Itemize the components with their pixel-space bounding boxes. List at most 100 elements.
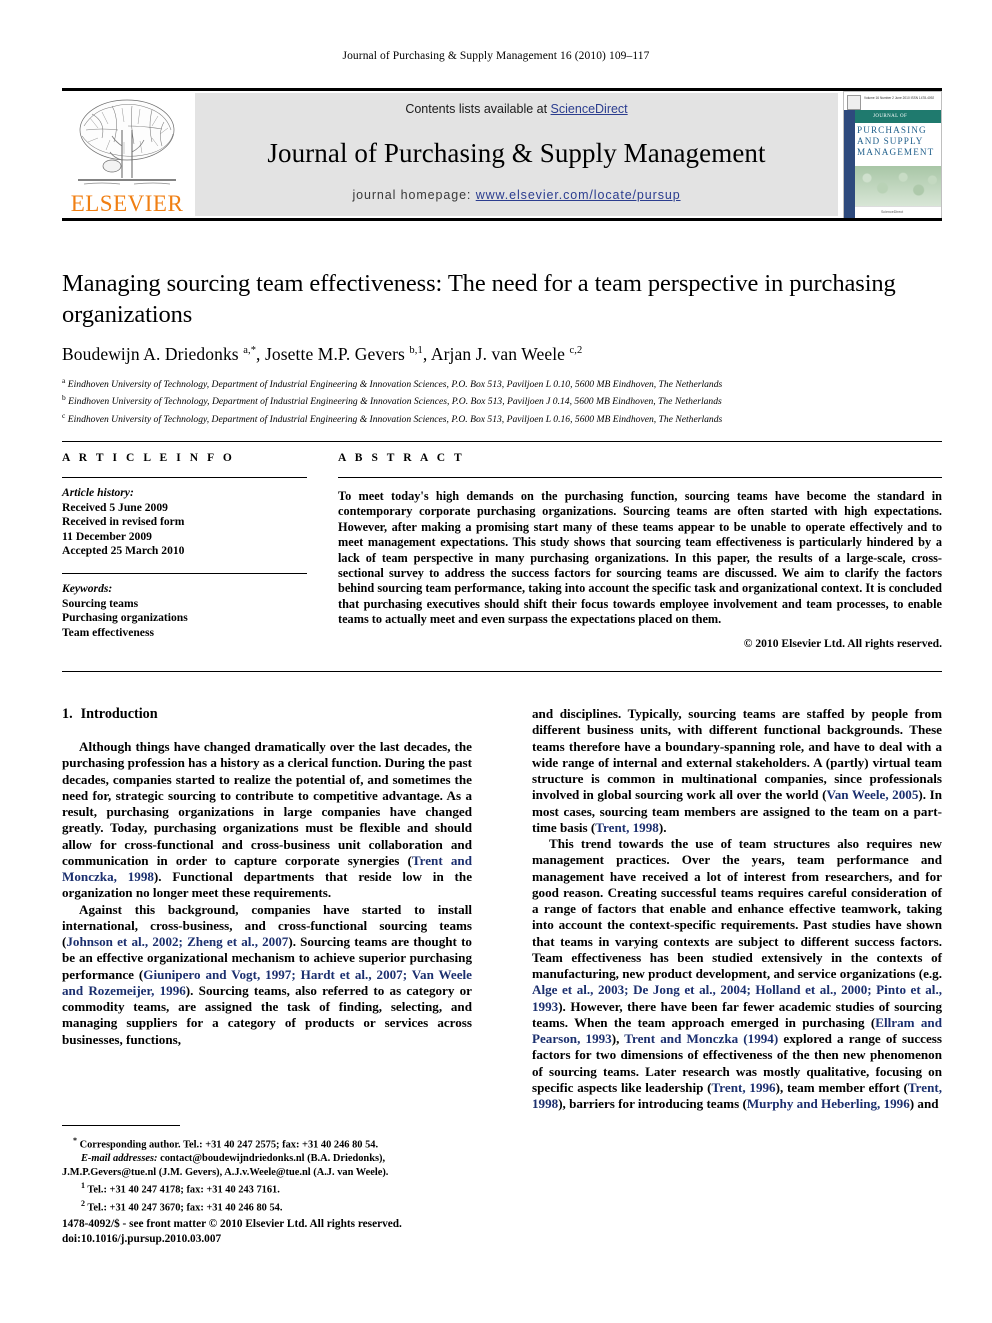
author-list: Boudewijn A. Driedonks a,*, Josette M.P.…: [62, 344, 583, 364]
running-head: Journal of Purchasing & Supply Managemen…: [342, 50, 650, 62]
masthead-top-rule: [62, 88, 942, 91]
cover-title-line2: AND SUPPLY: [857, 136, 924, 146]
abstract-column: A B S T R A C T To meet today's high dem…: [338, 452, 942, 650]
left-paragraphs: Although things have changed dramaticall…: [62, 739, 472, 1048]
footnote-marker-1: 1: [81, 1181, 85, 1191]
article-history-line-0: Received 5 June 2009: [62, 500, 168, 514]
section-title: Introduction: [80, 706, 158, 722]
sciencedirect-link[interactable]: ScienceDirect: [551, 102, 628, 116]
citation-reference[interactable]: Trent, 1998: [595, 820, 659, 835]
footnote-corresponding-text: Corresponding author. Tel.: +31 40 247 2…: [79, 1139, 379, 1151]
keywords-lines: Sourcing teams Purchasing organizations Te…: [62, 597, 307, 641]
journal-homepage-link[interactable]: www.elsevier.com/locate/pursup: [476, 188, 681, 202]
affiliation-text: Eindhoven University of Technology, Depa…: [65, 396, 722, 408]
keywords-group: Keywords: Sourcing teams Purchasing organ…: [62, 582, 307, 640]
cover-title-line3: MANAGEMENT: [857, 147, 935, 157]
abstract-heading: A B S T R A C T: [338, 452, 465, 464]
cover-top-strip: Volume 16 Number 2 June 2010 ISSN 1478-4…: [844, 92, 941, 111]
elsevier-logo: ELSEVIER: [64, 94, 190, 216]
article-info-column: A R T I C L E I N F O Article history: R…: [62, 452, 307, 640]
article-history-label: Article history:: [62, 486, 134, 499]
email-addresses-label: E-mail addresses:: [81, 1153, 158, 1165]
masthead-gray-band: Contents lists available at ScienceDirec…: [195, 93, 838, 216]
journal-homepage-line: journal homepage: www.elsevier.com/locat…: [195, 188, 838, 202]
affiliation-a: a Eindhoven University of Technology, De…: [62, 374, 927, 391]
imprint-block: 1478-4092/$ - see front matter © 2010 El…: [62, 1217, 482, 1246]
title-block: Managing sourcing team effectiveness: Th…: [62, 268, 927, 426]
article-history-line-1: Received in revised form: [62, 515, 185, 529]
cover-photo: [855, 166, 941, 206]
article-info-rule: [62, 477, 307, 478]
abstract-copyright: © 2010 Elsevier Ltd. All rights reserved…: [743, 636, 942, 650]
footnote-note-1-text: Tel.: +31 40 247 4178; fax: +31 40 243 7…: [87, 1184, 280, 1196]
journal-masthead: ELSEVIER Contents lists available at Sci…: [62, 88, 942, 221]
imprint-line-2: doi:10.1016/j.pursup.2010.03.007: [62, 1232, 222, 1245]
cover-title-line1: PURCHASING: [857, 125, 927, 135]
article-info-heading: A R T I C L E I N F O: [62, 452, 235, 464]
cover-banner: JOURNAL OF: [855, 110, 941, 123]
page-title: Managing sourcing team effectiveness: Th…: [62, 270, 896, 328]
paragraph-left-0: Although things have changed dramaticall…: [62, 739, 472, 901]
keyword-0: Sourcing teams: [62, 596, 139, 610]
footnote-block: * Corresponding author. Tel.: +31 40 247…: [62, 1125, 472, 1215]
section-heading-introduction: 1. Introduction: [62, 706, 472, 723]
citation-reference[interactable]: Van Weele, 2005: [826, 787, 918, 802]
paragraph-right-1: This trend towards the use of team struc…: [532, 836, 942, 1111]
article-history-group: Article history: Received 5 June 2009 Rec…: [62, 486, 307, 559]
citation-reference[interactable]: Trent and Monczka, 1998: [62, 853, 472, 884]
cover-title-block: PURCHASING AND SUPPLY MANAGEMENT: [857, 125, 941, 158]
keyword-2: Team effectiveness: [62, 625, 154, 639]
citation-reference[interactable]: Johnson et al., 2002; Zheng et al., 2007: [66, 934, 288, 949]
footnote-note-2-text: Tel.: +31 40 247 3670; fax: +31 40 246 8…: [87, 1202, 283, 1214]
citation-reference[interactable]: Murphy and Heberling, 1996: [747, 1096, 910, 1111]
journal-cover-thumbnail[interactable]: Volume 16 Number 2 June 2010 ISSN 1478-4…: [843, 91, 942, 220]
article-info-separator: [62, 572, 307, 574]
abstract-rule: [338, 477, 942, 478]
footnote-note-1: 1 Tel.: +31 40 247 4178; fax: +31 40 243…: [62, 1179, 472, 1197]
footnote-email-line1: E-mail addresses: contact@boudewijndried…: [62, 1152, 472, 1166]
cover-footer-text: ScienceDirect: [881, 210, 904, 214]
footnote-note-2: 2 Tel.: +31 40 247 3670; fax: +31 40 246…: [62, 1197, 472, 1215]
keywords-label: Keywords:: [62, 581, 113, 595]
footnote-corresponding-line: * Corresponding author. Tel.: +31 40 247…: [62, 1134, 472, 1152]
journal-title: Journal of Purchasing & Supply Managemen…: [267, 138, 766, 168]
cover-top-meta: Volume 16 Number 2 June 2010 ISSN 1478-4…: [864, 96, 935, 100]
keyword-1: Purchasing organizations: [62, 611, 188, 625]
citation-reference[interactable]: Alge et al., 2003; De Jong et al., 2004;…: [532, 982, 942, 1013]
affiliation-c: c Eindhoven University of Technology, De…: [62, 409, 927, 426]
right-paragraphs: and disciplines. Typically, sourcing tea…: [532, 706, 942, 1112]
email-addresses-first: contact@boudewijndriedonks.nl (B.A. Drie…: [157, 1153, 386, 1165]
affiliation-b: b Eindhoven University of Technology, De…: [62, 391, 927, 408]
paragraph-left-1: Against this background, companies have …: [62, 901, 472, 1047]
cover-left-bar: [844, 110, 855, 219]
imprint-line-1: 1478-4092/$ - see front matter © 2010 El…: [62, 1218, 402, 1230]
citation-reference[interactable]: Trent and Monczka (1994): [624, 1031, 778, 1046]
homepage-prefix: journal homepage:: [352, 188, 476, 202]
body-column-right: and disciplines. Typically, sourcing tea…: [532, 706, 942, 1112]
contents-prefix: Contents lists available at: [405, 102, 551, 116]
body-column-left: 1. Introduction Although things have chan…: [62, 706, 472, 1048]
affiliation-list: a Eindhoven University of Technology, De…: [62, 374, 927, 426]
cover-banner-text: JOURNAL OF: [873, 113, 908, 119]
elsevier-wordmark: ELSEVIER: [70, 191, 184, 216]
footnote-marker-2: 2: [81, 1199, 85, 1209]
footnote-rule: [62, 1125, 180, 1126]
affiliation-text: Eindhoven University of Technology, Depa…: [65, 379, 723, 391]
affiliation-text: Eindhoven University of Technology, Depa…: [65, 413, 723, 425]
abstract-text: To meet today's high demands on the purc…: [338, 489, 942, 627]
article-history-lines: Received 5 June 2009 Received in revised …: [62, 501, 307, 559]
article-history-line-2: 11 December 2009: [62, 529, 152, 543]
section-number: 1.: [62, 706, 73, 722]
panel-top-rule: [62, 441, 942, 442]
article-page: Journal of Purchasing & Supply Managemen…: [0, 0, 992, 1323]
masthead-bottom-rule: [62, 218, 942, 221]
elsevier-tree-icon: [78, 99, 176, 185]
paragraph-right-0: and disciplines. Typically, sourcing tea…: [532, 706, 942, 835]
article-history-line-3: Accepted 25 March 2010: [62, 544, 185, 558]
citation-reference[interactable]: Giunipero and Vogt, 1997; Hardt et al., …: [62, 967, 472, 998]
citation-reference[interactable]: Trent, 1996: [712, 1080, 776, 1095]
contents-lists-line: Contents lists available at ScienceDirec…: [195, 102, 838, 116]
cover-elsevier-logo-icon: [847, 94, 861, 110]
asterisk-marker: *: [73, 1136, 77, 1145]
footnote-corresponding: * Corresponding author. Tel.: +31 40 247…: [62, 1134, 472, 1215]
